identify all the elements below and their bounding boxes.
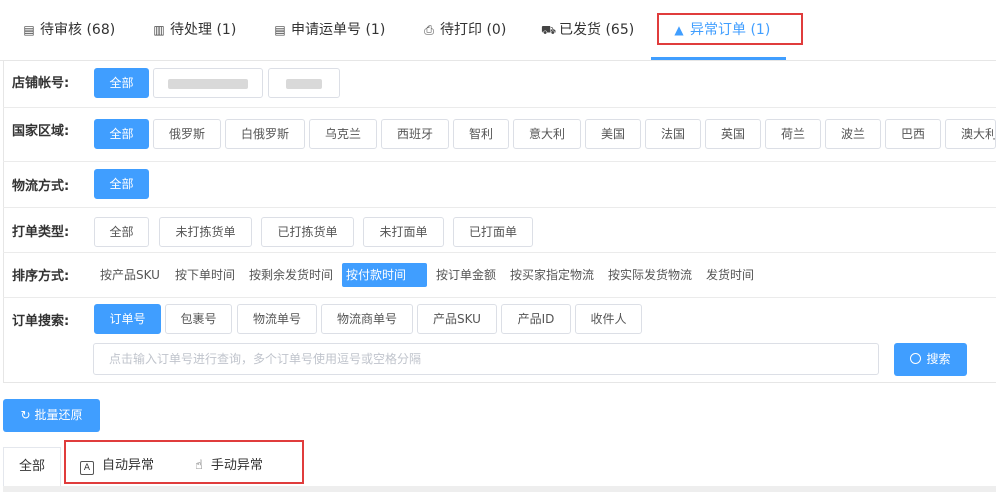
- tab-label: 待审核 (68): [40, 22, 116, 38]
- country-option[interactable]: 澳大利: [945, 119, 996, 149]
- printer-icon: ⎙: [424, 23, 434, 37]
- highlight-box-tab: [657, 13, 803, 45]
- search-type-option[interactable]: 包裹号: [165, 304, 232, 334]
- search-button[interactable]: 搜索: [894, 343, 967, 376]
- print-type-option[interactable]: 未打拣货单: [159, 217, 252, 247]
- sort-by-payment-time[interactable]: 按付款时间: [342, 263, 427, 287]
- tab-shipped[interactable]: ⛟ 已发货 (65): [541, 0, 634, 60]
- active-tab-underline: [651, 57, 786, 60]
- document-review-icon: ▤: [23, 23, 35, 37]
- print-type-option[interactable]: 未打面单: [363, 217, 444, 247]
- batch-restore-button[interactable]: ↻ 批量还原: [3, 399, 100, 432]
- search-type-option[interactable]: 产品SKU: [417, 304, 497, 334]
- sort-by-actual-logistics[interactable]: 按实际发货物流: [608, 263, 692, 287]
- search-button-label: 搜索: [926, 352, 951, 366]
- document-list-icon: ▤: [274, 23, 286, 37]
- country-option[interactable]: 巴西: [885, 119, 941, 149]
- tab-label: 待打印 (0): [440, 22, 507, 38]
- country-option[interactable]: 法国: [645, 119, 701, 149]
- sort-by-ship-time[interactable]: 发货时间: [706, 263, 754, 287]
- store-label: 店铺帐号:: [12, 76, 70, 91]
- search-type-option[interactable]: 订单号: [94, 304, 161, 334]
- print-type-option[interactable]: 已打面单: [453, 217, 533, 247]
- subtab-all[interactable]: 全部: [3, 447, 61, 487]
- sort-label: 排序方式:: [12, 269, 70, 284]
- logistics-label: 物流方式:: [12, 179, 70, 194]
- country-option[interactable]: 西班牙: [381, 119, 449, 149]
- country-option[interactable]: 乌克兰: [309, 119, 377, 149]
- print-type-label: 打单类型:: [12, 225, 70, 240]
- country-label: 国家区域:: [12, 124, 70, 139]
- sort-by-buyer-logistics[interactable]: 按买家指定物流: [510, 263, 594, 287]
- row-divider: [3, 207, 996, 208]
- table-header-strip: [3, 486, 996, 492]
- country-option[interactable]: 白俄罗斯: [225, 119, 305, 149]
- batch-restore-label: 批量还原: [34, 408, 83, 422]
- sort-by-remaining-ship-time[interactable]: 按剩余发货时间: [249, 263, 333, 287]
- search-type-option[interactable]: 物流商单号: [321, 304, 413, 334]
- row-divider: [3, 297, 996, 298]
- document-icon: ▥: [153, 23, 165, 37]
- tab-pending-process[interactable]: ▥ 待处理 (1): [152, 0, 236, 60]
- tab-label: 申请运单号 (1): [291, 22, 386, 38]
- sort-by-order-time[interactable]: 按下单时间: [175, 263, 235, 287]
- tab-apply-tracking[interactable]: ▤ 申请运单号 (1): [273, 0, 385, 60]
- country-option[interactable]: 美国: [585, 119, 641, 149]
- store-option-all[interactable]: 全部: [94, 68, 149, 98]
- tab-label: 已发货 (65): [559, 22, 635, 38]
- refresh-icon: ↻: [20, 408, 31, 422]
- search-type-option[interactable]: 产品ID: [501, 304, 571, 334]
- search-type-option[interactable]: 收件人: [575, 304, 642, 334]
- country-option[interactable]: 波兰: [825, 119, 881, 149]
- row-divider: [3, 252, 996, 253]
- highlight-box-subtabs: [64, 440, 304, 484]
- store-option-blurred[interactable]: [268, 68, 340, 98]
- country-option[interactable]: 荷兰: [765, 119, 821, 149]
- search-type-option[interactable]: 物流单号: [237, 304, 317, 334]
- country-option[interactable]: 全部: [94, 119, 149, 149]
- country-option[interactable]: 英国: [705, 119, 761, 149]
- country-option[interactable]: 俄罗斯: [153, 119, 221, 149]
- truck-icon: ⛟: [541, 23, 557, 37]
- search-icon: [910, 353, 922, 364]
- print-type-option[interactable]: 已打拣货单: [261, 217, 354, 247]
- tab-label: 待处理 (1): [170, 22, 237, 38]
- sort-by-order-amount[interactable]: 按订单金额: [436, 263, 496, 287]
- order-search-input[interactable]: 点击输入订单号进行查询，多个订单号使用逗号或空格分隔: [93, 343, 879, 375]
- print-type-option[interactable]: 全部: [94, 217, 149, 247]
- tab-pending-review[interactable]: ▤ 待审核 (68): [22, 0, 115, 60]
- order-status-tabs: ▤ 待审核 (68) ▥ 待处理 (1) ▤ 申请运单号 (1) ⎙ 待打印 (0) ⛟…: [0, 0, 996, 61]
- tab-pending-print[interactable]: ⎙ 待打印 (0): [422, 0, 506, 60]
- search-label: 订单搜索:: [12, 314, 70, 329]
- store-option-blurred[interactable]: [153, 68, 263, 98]
- logistics-option-all[interactable]: 全部: [94, 169, 149, 199]
- country-option[interactable]: 意大利: [513, 119, 581, 149]
- row-divider: [3, 161, 996, 162]
- sort-by-sku[interactable]: 按产品SKU: [100, 263, 160, 287]
- country-option[interactable]: 智利: [453, 119, 509, 149]
- row-divider: [3, 107, 996, 108]
